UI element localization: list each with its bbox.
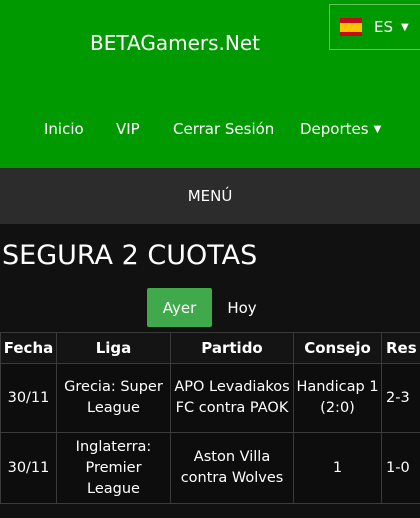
cell-fecha: 30/11 [0,363,57,433]
nav-item-deportes-label: Deportes [300,120,369,138]
site-header: BETAGamers.Net ES ▼ Inicio VIP Cerrar Se… [0,0,420,168]
cell-consejo: Handicap 1 (2:0) [293,363,382,433]
page-title: SEGURA 2 CUOTAS [2,240,258,271]
spain-flag-icon [340,18,362,36]
tips-table-container[interactable]: Fecha Liga Partido Consejo Res 30/11 Gre… [0,332,420,518]
table-row: 30/11 Inglaterra: Premier League Aston V… [0,432,420,504]
column-header-res: Res [381,332,420,364]
column-header-partido: Partido [170,332,294,364]
tips-table: Fecha Liga Partido Consejo Res 30/11 Gre… [0,332,420,504]
language-selector[interactable]: ES ▼ [329,4,420,50]
cell-consejo: 1 [293,432,382,504]
menu-label: MENÚ [187,187,233,205]
language-code: ES [374,18,393,36]
cell-liga: Grecia: Super League [56,363,171,433]
day-tabs: Ayer Hoy [0,288,420,328]
column-header-consejo: Consejo [293,332,382,364]
main-nav: Inicio VIP Cerrar Sesión Deportes ▼ [0,120,420,140]
tab-ayer[interactable]: Ayer [147,288,212,327]
nav-item-vip[interactable]: VIP [116,120,140,138]
menu-toggle[interactable]: MENÚ [0,168,420,224]
cell-partido: APO Levadiakos FC contra PAOK [170,363,294,433]
nav-item-cerrar-sesion[interactable]: Cerrar Sesión [173,120,274,138]
cell-fecha: 30/11 [0,432,57,504]
column-header-liga: Liga [56,332,171,364]
nav-item-inicio[interactable]: Inicio [44,120,84,138]
brand-logo-text[interactable]: BETAGamers.Net [90,31,260,55]
caret-down-icon: ▼ [373,124,382,135]
cell-res: 1-0 [381,432,420,504]
table-row: 30/11 Grecia: Super League APO Levadiako… [0,363,420,433]
cell-partido: Aston Villa contra Wolves [170,432,294,504]
table-header-row: Fecha Liga Partido Consejo Res [0,332,420,364]
cell-liga: Inglaterra: Premier League [56,432,171,504]
nav-item-deportes[interactable]: Deportes ▼ [300,120,381,138]
tab-hoy[interactable]: Hoy [214,288,270,327]
chevron-down-icon: ▼ [401,21,409,33]
cell-res: 2-3 [381,363,420,433]
column-header-fecha: Fecha [0,332,57,364]
